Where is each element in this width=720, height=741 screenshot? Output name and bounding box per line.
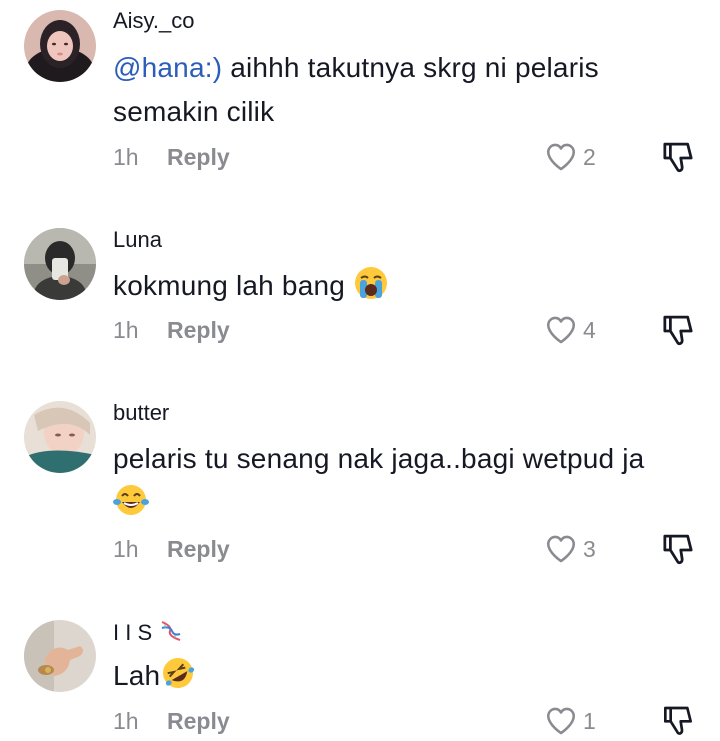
- comment-text: Lah: [113, 654, 703, 704]
- like-count: 3: [583, 535, 596, 562]
- loudly-crying-face-icon: [353, 265, 389, 314]
- comment-username[interactable]: Aisy._co: [113, 8, 195, 34]
- comment-time: 1h: [113, 536, 139, 562]
- comment-meta: 1h Reply: [113, 536, 230, 563]
- thumbs-down-outline-icon: [663, 142, 693, 173]
- tears-of-joy-face-icon: [113, 482, 149, 531]
- rolling-on-floor-laughing-face-icon: [160, 655, 196, 704]
- comment-time: 1h: [113, 317, 139, 343]
- avatar[interactable]: [24, 620, 96, 692]
- thumbs-down-outline-icon: [663, 534, 693, 565]
- comment-username[interactable]: butter: [113, 400, 169, 426]
- thumbs-down-outline-icon: [664, 706, 692, 735]
- dna-icon: [158, 618, 184, 650]
- reply-button[interactable]: Reply: [167, 144, 230, 170]
- comment-username[interactable]: I I S: [113, 618, 184, 650]
- comment-text: kokmung lah bang: [113, 264, 703, 314]
- heart-outline-icon: [546, 143, 576, 171]
- comment-time: 1h: [113, 144, 139, 170]
- comment-text-part: Lah: [113, 660, 161, 691]
- like-count: 1: [583, 707, 596, 734]
- heart-outline-icon: [546, 316, 576, 344]
- like-button[interactable]: 1: [543, 704, 596, 738]
- heart-outline-icon: [546, 707, 576, 735]
- dislike-button[interactable]: [661, 313, 695, 354]
- comment-username-text: I I S: [113, 620, 153, 645]
- heart-outline-icon: [546, 535, 576, 563]
- like-button[interactable]: 2: [543, 140, 596, 174]
- comment-meta: 1h Reply: [113, 144, 230, 171]
- comment-meta: 1h Reply: [113, 317, 230, 344]
- comment-meta: 1h Reply: [113, 708, 230, 735]
- reply-button[interactable]: Reply: [167, 536, 230, 562]
- dislike-button[interactable]: [661, 532, 695, 573]
- comment-text-part: pelaris tu senang nak jaga..bagi wetpud …: [113, 443, 645, 474]
- reply-button[interactable]: Reply: [167, 317, 230, 343]
- mention-link[interactable]: @hana:): [113, 52, 222, 83]
- like-button[interactable]: 3: [543, 532, 596, 566]
- avatar[interactable]: [24, 10, 96, 82]
- comment-text-part: kokmung lah bang: [113, 270, 346, 301]
- comment-text: @hana:) aihhh takutnya skrg ni pelaris s…: [113, 46, 703, 134]
- thumbs-down-outline-icon: [663, 315, 693, 346]
- like-button[interactable]: 4: [543, 313, 596, 347]
- comment-text-part: aihhh takutnya skrg ni pelaris: [222, 52, 599, 83]
- dislike-button[interactable]: [661, 140, 695, 181]
- like-count: 2: [583, 143, 596, 170]
- comment-text: pelaris tu senang nak jaga..bagi wetpud …: [113, 437, 703, 531]
- dislike-button[interactable]: [661, 704, 695, 741]
- avatar[interactable]: [24, 228, 96, 300]
- comment-username[interactable]: Luna: [113, 227, 162, 253]
- reply-button[interactable]: Reply: [167, 708, 230, 734]
- avatar[interactable]: [24, 401, 96, 473]
- comment-time: 1h: [113, 708, 139, 734]
- like-count: 4: [583, 316, 596, 343]
- comment-text-part: semakin cilik: [113, 96, 275, 127]
